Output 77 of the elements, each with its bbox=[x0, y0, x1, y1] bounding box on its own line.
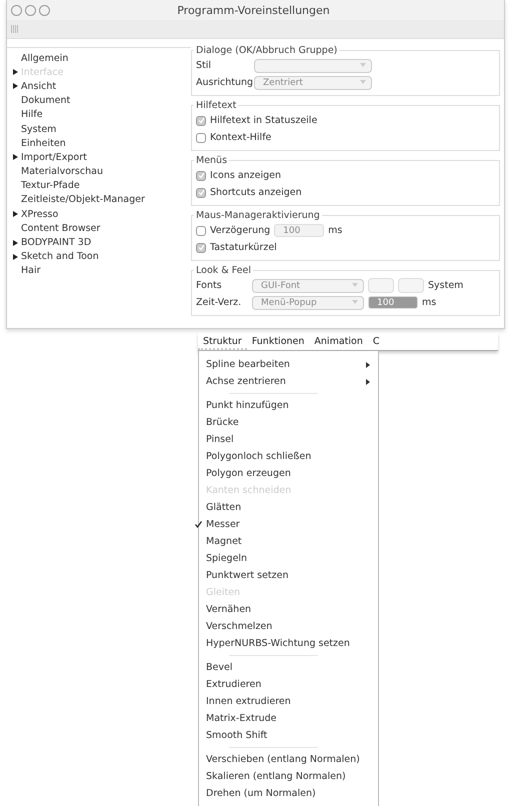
window-button[interactable] bbox=[39, 4, 50, 16]
sidebar-item[interactable]: Sketch and Toon bbox=[21, 251, 99, 262]
grip-icon[interactable] bbox=[11, 25, 19, 33]
menu-item[interactable]: Spline bearbeiten bbox=[199, 356, 378, 373]
sidebar-item[interactable]: Materialvorschau bbox=[21, 166, 103, 178]
triangle-icon[interactable] bbox=[13, 211, 18, 218]
triangle-icon[interactable] bbox=[13, 154, 18, 160]
triangle-icon[interactable] bbox=[13, 83, 18, 90]
sidebar-item[interactable]: Textur-Pfade bbox=[21, 180, 80, 192]
menu-item[interactable]: Messer bbox=[199, 516, 378, 533]
menu-title[interactable]: Struktur bbox=[198, 333, 247, 350]
group-title: Hilfetext bbox=[195, 100, 238, 111]
sidebar-item[interactable]: Ansicht bbox=[21, 80, 56, 92]
menu-title[interactable]: Animation bbox=[309, 333, 368, 350]
sidebar-item[interactable]: BODYPAINT 3D bbox=[21, 237, 92, 248]
menu-item[interactable]: Verschmelzen bbox=[199, 618, 378, 635]
checkbox[interactable] bbox=[196, 132, 206, 142]
checkbox-label: Hilfetext in Statuszeile bbox=[210, 115, 318, 126]
menu-item[interactable]: Punkt hinzufügen bbox=[199, 397, 378, 414]
menu-item[interactable]: Matrix-Extrude bbox=[199, 710, 378, 727]
unit-label: ms bbox=[422, 297, 436, 308]
menu-item[interactable]: Verschieben (entlang Normalen) bbox=[199, 751, 378, 768]
field-label: Ausrichtung bbox=[196, 77, 250, 88]
sidebar-item[interactable]: Zeitleiste/Objekt-Manager bbox=[21, 194, 145, 206]
checkbox[interactable] bbox=[196, 116, 206, 126]
menu-item[interactable]: Achse zentrieren bbox=[199, 373, 378, 390]
window-button[interactable] bbox=[25, 4, 36, 16]
menu-item[interactable]: Polygonloch schließen bbox=[199, 448, 378, 465]
checkbox-label: Icons anzeigen bbox=[210, 170, 282, 181]
sidebar-item[interactable]: System bbox=[21, 124, 56, 135]
window-title: Programm-Voreinstellungen bbox=[176, 4, 331, 16]
checkbox-label: Verzögerung bbox=[210, 225, 270, 236]
menu-item[interactable]: Vernähen bbox=[199, 601, 378, 618]
menu-item[interactable]: Pinsel bbox=[199, 431, 378, 448]
menu-item[interactable]: Magnet bbox=[199, 533, 378, 550]
field-label: Stil bbox=[196, 60, 212, 71]
menu-item[interactable]: Skalieren (entlang Normalen) bbox=[199, 768, 378, 785]
checkbox[interactable] bbox=[196, 242, 206, 252]
sidebar-item[interactable]: Hair bbox=[21, 265, 41, 276]
checkbox[interactable] bbox=[196, 188, 206, 198]
sidebar-item[interactable]: Allgemein bbox=[21, 52, 68, 64]
menu-item[interactable]: Drehen (um Normalen) bbox=[199, 785, 378, 802]
field-label: Zeit-Verz. bbox=[196, 297, 242, 308]
menu-item[interactable]: Spiegeln bbox=[199, 550, 378, 567]
sidebar-item[interactable]: Einheiten bbox=[21, 138, 66, 149]
unit-label: ms bbox=[328, 225, 342, 236]
group-title: Menüs bbox=[195, 155, 228, 166]
checkbox[interactable] bbox=[196, 170, 206, 180]
sidebar-item[interactable]: Dokument bbox=[21, 95, 70, 106]
sidebar-item[interactable]: Hilfe bbox=[21, 109, 43, 120]
sidebar-item[interactable]: Import/Export bbox=[21, 152, 87, 163]
sidebar-item[interactable]: Content Browser bbox=[21, 222, 100, 234]
window-button[interactable] bbox=[11, 4, 22, 16]
menu-item[interactable]: Extrudieren bbox=[199, 676, 378, 693]
menu-item[interactable]: Polygon erzeugen bbox=[199, 465, 378, 482]
menu-item[interactable]: Innen extrudieren bbox=[199, 693, 378, 710]
checkbox-label: Shortcuts anzeigen bbox=[210, 187, 302, 198]
menu-item[interactable]: Smooth Shift bbox=[199, 727, 378, 744]
menu-title[interactable]: Funktionen bbox=[246, 333, 310, 350]
menu-item[interactable]: Glätten bbox=[199, 499, 378, 516]
sidebar-item[interactable]: XPresso bbox=[21, 208, 58, 220]
group-title: Maus-Manageraktivierung bbox=[195, 210, 321, 221]
triangle-icon[interactable] bbox=[13, 240, 18, 246]
menu-item[interactable]: Punktwert setzen bbox=[199, 567, 378, 584]
checkbox-label: Kontext-Hilfe bbox=[210, 132, 272, 143]
menu-item[interactable]: Bevel bbox=[199, 659, 378, 676]
system-label: System bbox=[428, 280, 464, 291]
style-select[interactable] bbox=[254, 58, 372, 72]
menu-item[interactable]: HyperNURBS-Wichtung setzen bbox=[199, 635, 378, 652]
menu-title[interactable]: C bbox=[368, 333, 384, 350]
checkbox-label: Tastaturkürzel bbox=[210, 242, 277, 253]
checkbox[interactable] bbox=[196, 226, 206, 236]
menu-item[interactable]: Brücke bbox=[199, 414, 378, 431]
group-title: Look & Feel bbox=[195, 265, 252, 276]
field-label: Fonts bbox=[196, 280, 223, 291]
group-title: Dialoge (OK/Abbruch Gruppe) bbox=[195, 45, 338, 56]
triangle-icon[interactable] bbox=[13, 254, 18, 260]
